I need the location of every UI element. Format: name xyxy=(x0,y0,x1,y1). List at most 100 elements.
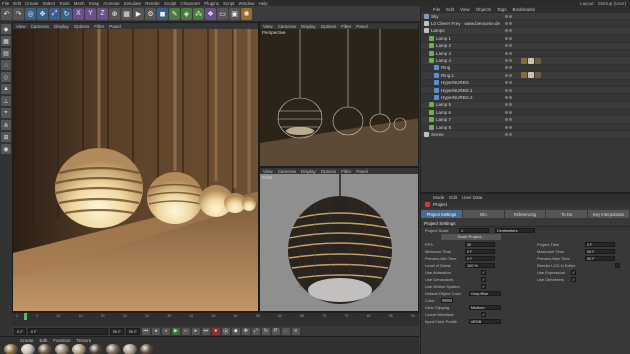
scale-project-button[interactable]: Scale Project... xyxy=(441,234,501,240)
visibility-dots-icon[interactable] xyxy=(505,44,512,48)
start-frame-field[interactable]: 0 F xyxy=(14,327,26,335)
use-expression-checkbox[interactable]: ✓ xyxy=(571,270,576,275)
edges-mode-icon[interactable]: ◇ xyxy=(1,72,11,82)
light-icon[interactable]: ✺ xyxy=(241,7,252,20)
max-time-input[interactable]: 90 F xyxy=(585,249,615,254)
render-picture-icon[interactable]: ▶ xyxy=(133,7,144,20)
default-color-select[interactable]: Gray-Blue xyxy=(469,291,501,296)
timeline-playhead[interactable] xyxy=(24,313,27,320)
visibility-dots-icon[interactable] xyxy=(505,36,512,40)
snap-icon[interactable]: ⋔ xyxy=(1,120,11,130)
object-row[interactable]: Scene xyxy=(421,131,630,139)
input-color-select[interactable]: sRGB xyxy=(469,319,501,324)
object-row[interactable]: Lamp 2 xyxy=(421,42,630,50)
fps-input[interactable]: 30 xyxy=(465,242,495,247)
mat-menu-create[interactable]: Create xyxy=(20,338,34,343)
material-swatch[interactable] xyxy=(4,344,18,354)
lock-workplane-icon[interactable]: ⊞ xyxy=(1,132,11,142)
om-menu-view[interactable]: View xyxy=(460,7,470,12)
menu-sculpt[interactable]: Sculpt xyxy=(164,1,177,6)
x-axis-icon[interactable]: X xyxy=(73,7,84,20)
menu-render[interactable]: Render xyxy=(145,1,160,6)
menu-snap[interactable]: Snap xyxy=(89,1,100,6)
y-axis-icon[interactable]: Y xyxy=(85,7,96,20)
object-row[interactable]: Lamp 8 xyxy=(421,124,630,132)
material-swatch[interactable] xyxy=(38,344,52,354)
object-row[interactable]: Lamp 5 xyxy=(421,101,630,110)
material-swatch[interactable] xyxy=(140,344,154,354)
vp-menu-cameras[interactable]: Cameras xyxy=(31,24,49,29)
vp-menu-cameras[interactable]: Cameras xyxy=(278,169,296,174)
visibility-dots-icon[interactable] xyxy=(505,88,512,92)
prev-frame-icon[interactable]: ◃ xyxy=(161,327,170,335)
polygons-mode-icon[interactable]: ▲ xyxy=(1,84,11,94)
visibility-dots-icon[interactable] xyxy=(505,118,512,122)
use-deformers-checkbox[interactable]: ✓ xyxy=(571,277,576,282)
vp-menu-filter[interactable]: Filter xyxy=(341,24,351,29)
material-swatch[interactable] xyxy=(123,344,137,354)
material-swatch[interactable] xyxy=(106,344,120,354)
vp-menu-panel[interactable]: Panel xyxy=(109,24,121,29)
point-level-icon[interactable]: ∴ xyxy=(281,327,290,335)
visibility-dots-icon[interactable] xyxy=(505,14,512,18)
z-axis-icon[interactable]: Z xyxy=(97,7,108,20)
solo-icon[interactable]: ◉ xyxy=(1,144,11,154)
material-swatch[interactable] xyxy=(89,344,103,354)
visibility-dots-icon[interactable] xyxy=(505,132,512,136)
visibility-dots-icon[interactable] xyxy=(505,81,512,85)
axis-mode-icon[interactable]: ⊥ xyxy=(1,96,11,106)
visibility-dots-icon[interactable] xyxy=(505,73,512,77)
timeline[interactable]: 0 5 10 15 20 25 30 35 40 45 50 55 60 65 70 75 80 85 90 xyxy=(12,312,419,326)
visibility-dots-icon[interactable] xyxy=(505,95,512,99)
am-menu-edit[interactable]: Edit xyxy=(449,195,457,200)
keyframe-selection-icon[interactable]: ◆ xyxy=(231,327,240,335)
am-menu-mode[interactable]: Mode xyxy=(433,195,444,200)
front-viewport[interactable]: View Cameras Display Options Filter Pane… xyxy=(259,167,419,312)
menu-edit[interactable]: Edit xyxy=(13,1,21,6)
project-scale-input[interactable]: 1 xyxy=(459,228,489,233)
visibility-dots-icon[interactable] xyxy=(505,59,512,63)
current-frame-field[interactable]: 0 F xyxy=(27,327,108,335)
object-row[interactable]: Lamp 4 xyxy=(421,57,630,65)
mat-menu-texture[interactable]: Texture xyxy=(77,338,92,343)
scale-icon[interactable]: ⤢ xyxy=(49,7,60,20)
am-menu-user-data[interactable]: User Data xyxy=(462,195,482,200)
menu-simulate[interactable]: Simulate xyxy=(124,1,142,6)
deformer-icon[interactable]: ❖ xyxy=(205,7,216,20)
vp-menu-options[interactable]: Options xyxy=(74,24,90,29)
position-key-icon[interactable]: ✥ xyxy=(241,327,250,335)
layout-value[interactable]: Startup (User) xyxy=(598,1,626,6)
use-motion-checkbox[interactable]: ✓ xyxy=(481,284,486,289)
visibility-dots-icon[interactable] xyxy=(505,110,512,114)
vp-menu-view[interactable]: View xyxy=(263,24,273,29)
workplane-icon[interactable]: ▤ xyxy=(1,48,11,58)
material-tag-icon[interactable] xyxy=(521,57,541,64)
vp-menu-view[interactable]: View xyxy=(263,169,273,174)
om-menu-edit[interactable]: Edit xyxy=(446,7,454,12)
object-row[interactable]: Sky xyxy=(421,13,630,21)
tab-key-interpolation[interactable]: Key Interpolation xyxy=(588,210,629,218)
visibility-dots-icon[interactable] xyxy=(505,103,512,107)
vp-menu-display[interactable]: Display xyxy=(301,24,316,29)
object-row[interactable]: Lamp 3 xyxy=(421,50,630,58)
menu-plugins[interactable]: Plugins xyxy=(204,1,219,6)
vp-menu-display[interactable]: Display xyxy=(301,169,316,174)
preview-min-input[interactable]: 0 F xyxy=(465,256,495,261)
material-swatch[interactable] xyxy=(72,344,86,354)
param-key-icon[interactable]: P xyxy=(271,327,280,335)
main-viewport[interactable]: View Cameras Display Options Filter Pane… xyxy=(12,22,259,312)
mat-menu-function[interactable]: Function xyxy=(53,338,70,343)
menu-mesh[interactable]: Mesh xyxy=(74,1,85,6)
play-icon[interactable]: ▶ xyxy=(171,327,180,335)
next-frame-icon[interactable]: ▹ xyxy=(181,327,190,335)
pen-icon[interactable]: ✎ xyxy=(169,7,180,20)
coordinate-icon[interactable]: ⊕ xyxy=(109,7,120,20)
menu-help[interactable]: Help xyxy=(258,1,267,6)
visibility-dots-icon[interactable] xyxy=(505,125,512,129)
menu-create[interactable]: Create xyxy=(25,1,39,6)
record-icon[interactable]: ● xyxy=(211,327,220,335)
vp-menu-panel[interactable]: Panel xyxy=(356,24,368,29)
object-row[interactable]: L0 Clever Frey · www.bensome.de xyxy=(421,20,630,28)
vp-menu-cameras[interactable]: Cameras xyxy=(278,24,296,29)
view-clipping-select[interactable]: Medium xyxy=(469,305,501,310)
